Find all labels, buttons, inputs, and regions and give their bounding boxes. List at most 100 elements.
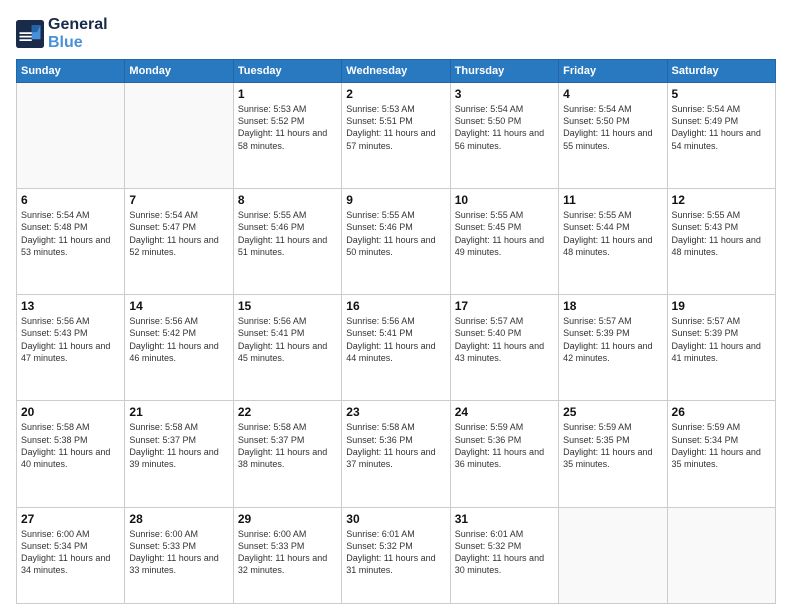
day-number: 16: [346, 299, 445, 313]
week-row-5: 27 Sunrise: 6:00 AM Sunset: 5:34 PM Dayli…: [17, 507, 776, 604]
day-detail: Sunrise: 5:54 AM Sunset: 5:50 PM Dayligh…: [563, 103, 662, 152]
calendar-cell: 10Sunrise: 5:55 AM Sunset: 5:45 PM Dayli…: [450, 189, 558, 295]
day-detail: Sunrise: 5:54 AM Sunset: 5:49 PM Dayligh…: [672, 103, 771, 152]
calendar-cell: 17 Sunrise: 5:57 AM Sunset: 5:40 PM Dayli…: [450, 295, 558, 401]
calendar-cell: 4Sunrise: 5:54 AM Sunset: 5:50 PM Daylig…: [559, 83, 667, 189]
day-number: 21: [129, 405, 228, 419]
weekday-header-row: SundayMondayTuesdayWednesdayThursdayFrid…: [17, 60, 776, 83]
weekday-header-tuesday: Tuesday: [233, 60, 341, 83]
calendar-cell: 23 Sunrise: 5:58 AM Sunset: 5:36 PM Dayli…: [342, 401, 450, 507]
day-number: 15: [238, 299, 337, 313]
day-detail: Sunrise: 5:58 AM Sunset: 5:36 PM Dayligh…: [346, 421, 445, 470]
day-detail: Sunrise: 5:53 AM Sunset: 5:51 PM Dayligh…: [346, 103, 445, 152]
day-detail: Sunrise: 5:58 AM Sunset: 5:37 PM Dayligh…: [238, 421, 337, 470]
day-detail: Sunrise: 5:55 AM Sunset: 5:43 PM Dayligh…: [672, 209, 771, 258]
weekday-header-thursday: Thursday: [450, 60, 558, 83]
calendar-cell: 25Sunrise: 5:59 AM Sunset: 5:35 PM Dayli…: [559, 401, 667, 507]
calendar-cell: [667, 507, 775, 604]
day-detail: Sunrise: 5:58 AM Sunset: 5:38 PM Dayligh…: [21, 421, 120, 470]
day-number: 8: [238, 193, 337, 207]
calendar-cell: [17, 83, 125, 189]
day-number: 31: [455, 512, 554, 526]
header: General Blue: [16, 16, 776, 51]
day-number: 5: [672, 87, 771, 101]
day-number: 11: [563, 193, 662, 207]
day-number: 30: [346, 512, 445, 526]
calendar-cell: [125, 83, 233, 189]
calendar-cell: 18Sunrise: 5:57 AM Sunset: 5:39 PM Dayli…: [559, 295, 667, 401]
day-number: 9: [346, 193, 445, 207]
day-detail: Sunrise: 5:56 AM Sunset: 5:43 PM Dayligh…: [21, 315, 120, 364]
day-number: 6: [21, 193, 120, 207]
calendar-cell: 22 Sunrise: 5:58 AM Sunset: 5:37 PM Dayli…: [233, 401, 341, 507]
day-detail: Sunrise: 6:00 AM Sunset: 5:34 PM Dayligh…: [21, 528, 120, 577]
calendar-cell: 14 Sunrise: 5:56 AM Sunset: 5:42 PM Dayli…: [125, 295, 233, 401]
day-number: 1: [238, 87, 337, 101]
day-detail: Sunrise: 5:55 AM Sunset: 5:46 PM Dayligh…: [238, 209, 337, 258]
day-number: 13: [21, 299, 120, 313]
day-number: 23: [346, 405, 445, 419]
day-detail: Sunrise: 5:59 AM Sunset: 5:35 PM Dayligh…: [563, 421, 662, 470]
calendar-cell: [559, 507, 667, 604]
day-number: 10: [455, 193, 554, 207]
weekday-header-sunday: Sunday: [17, 60, 125, 83]
calendar-cell: 21 Sunrise: 5:58 AM Sunset: 5:37 PM Dayli…: [125, 401, 233, 507]
calendar-cell: 3Sunrise: 5:54 AM Sunset: 5:50 PM Daylig…: [450, 83, 558, 189]
weekday-header-monday: Monday: [125, 60, 233, 83]
day-detail: Sunrise: 6:01 AM Sunset: 5:32 PM Dayligh…: [346, 528, 445, 577]
calendar-cell: 1 Sunrise: 5:53 AM Sunset: 5:52 PM Daylig…: [233, 83, 341, 189]
week-row-4: 20Sunrise: 5:58 AM Sunset: 5:38 PM Dayli…: [17, 401, 776, 507]
calendar-cell: 19 Sunrise: 5:57 AM Sunset: 5:39 PM Dayli…: [667, 295, 775, 401]
day-number: 17: [455, 299, 554, 313]
day-detail: Sunrise: 5:53 AM Sunset: 5:52 PM Dayligh…: [238, 103, 337, 152]
calendar-table: SundayMondayTuesdayWednesdayThursdayFrid…: [16, 59, 776, 604]
calendar-cell: 16 Sunrise: 5:56 AM Sunset: 5:41 PM Dayli…: [342, 295, 450, 401]
week-row-1: 1 Sunrise: 5:53 AM Sunset: 5:52 PM Daylig…: [17, 83, 776, 189]
calendar-cell: 5 Sunrise: 5:54 AM Sunset: 5:49 PM Daylig…: [667, 83, 775, 189]
day-number: 26: [672, 405, 771, 419]
calendar-cell: 8 Sunrise: 5:55 AM Sunset: 5:46 PM Daylig…: [233, 189, 341, 295]
calendar-cell: 31Sunrise: 6:01 AM Sunset: 5:32 PM Dayli…: [450, 507, 558, 604]
day-number: 14: [129, 299, 228, 313]
day-detail: Sunrise: 5:58 AM Sunset: 5:37 PM Dayligh…: [129, 421, 228, 470]
day-detail: Sunrise: 5:59 AM Sunset: 5:36 PM Dayligh…: [455, 421, 554, 470]
day-number: 19: [672, 299, 771, 313]
week-row-3: 13 Sunrise: 5:56 AM Sunset: 5:43 PM Dayli…: [17, 295, 776, 401]
day-number: 12: [672, 193, 771, 207]
day-detail: Sunrise: 6:00 AM Sunset: 5:33 PM Dayligh…: [129, 528, 228, 577]
calendar-cell: 12 Sunrise: 5:55 AM Sunset: 5:43 PM Dayli…: [667, 189, 775, 295]
week-row-2: 6 Sunrise: 5:54 AM Sunset: 5:48 PM Daylig…: [17, 189, 776, 295]
logo-icon: [16, 20, 44, 48]
day-detail: Sunrise: 5:54 AM Sunset: 5:47 PM Dayligh…: [129, 209, 228, 258]
calendar-cell: 30 Sunrise: 6:01 AM Sunset: 5:32 PM Dayli…: [342, 507, 450, 604]
day-detail: Sunrise: 5:54 AM Sunset: 5:48 PM Dayligh…: [21, 209, 120, 258]
day-detail: Sunrise: 5:56 AM Sunset: 5:42 PM Dayligh…: [129, 315, 228, 364]
calendar-cell: 24 Sunrise: 5:59 AM Sunset: 5:36 PM Dayli…: [450, 401, 558, 507]
day-detail: Sunrise: 5:55 AM Sunset: 5:46 PM Dayligh…: [346, 209, 445, 258]
calendar-cell: 13 Sunrise: 5:56 AM Sunset: 5:43 PM Dayli…: [17, 295, 125, 401]
day-number: 2: [346, 87, 445, 101]
calendar-cell: 27 Sunrise: 6:00 AM Sunset: 5:34 PM Dayli…: [17, 507, 125, 604]
logo: General Blue: [16, 16, 108, 51]
calendar-cell: 2 Sunrise: 5:53 AM Sunset: 5:51 PM Daylig…: [342, 83, 450, 189]
day-number: 18: [563, 299, 662, 313]
weekday-header-saturday: Saturday: [667, 60, 775, 83]
day-detail: Sunrise: 5:57 AM Sunset: 5:39 PM Dayligh…: [672, 315, 771, 364]
day-number: 28: [129, 512, 228, 526]
calendar-cell: 15Sunrise: 5:56 AM Sunset: 5:41 PM Dayli…: [233, 295, 341, 401]
calendar-cell: 28 Sunrise: 6:00 AM Sunset: 5:33 PM Dayli…: [125, 507, 233, 604]
day-number: 24: [455, 405, 554, 419]
weekday-header-friday: Friday: [559, 60, 667, 83]
day-number: 27: [21, 512, 120, 526]
day-detail: Sunrise: 5:55 AM Sunset: 5:44 PM Dayligh…: [563, 209, 662, 258]
day-detail: Sunrise: 5:57 AM Sunset: 5:40 PM Dayligh…: [455, 315, 554, 364]
calendar-cell: 9 Sunrise: 5:55 AM Sunset: 5:46 PM Daylig…: [342, 189, 450, 295]
day-number: 7: [129, 193, 228, 207]
calendar-cell: 11 Sunrise: 5:55 AM Sunset: 5:44 PM Dayli…: [559, 189, 667, 295]
day-number: 29: [238, 512, 337, 526]
day-detail: Sunrise: 5:56 AM Sunset: 5:41 PM Dayligh…: [346, 315, 445, 364]
calendar-cell: 26Sunrise: 5:59 AM Sunset: 5:34 PM Dayli…: [667, 401, 775, 507]
calendar-cell: 7 Sunrise: 5:54 AM Sunset: 5:47 PM Daylig…: [125, 189, 233, 295]
calendar-cell: 20Sunrise: 5:58 AM Sunset: 5:38 PM Dayli…: [17, 401, 125, 507]
day-number: 22: [238, 405, 337, 419]
